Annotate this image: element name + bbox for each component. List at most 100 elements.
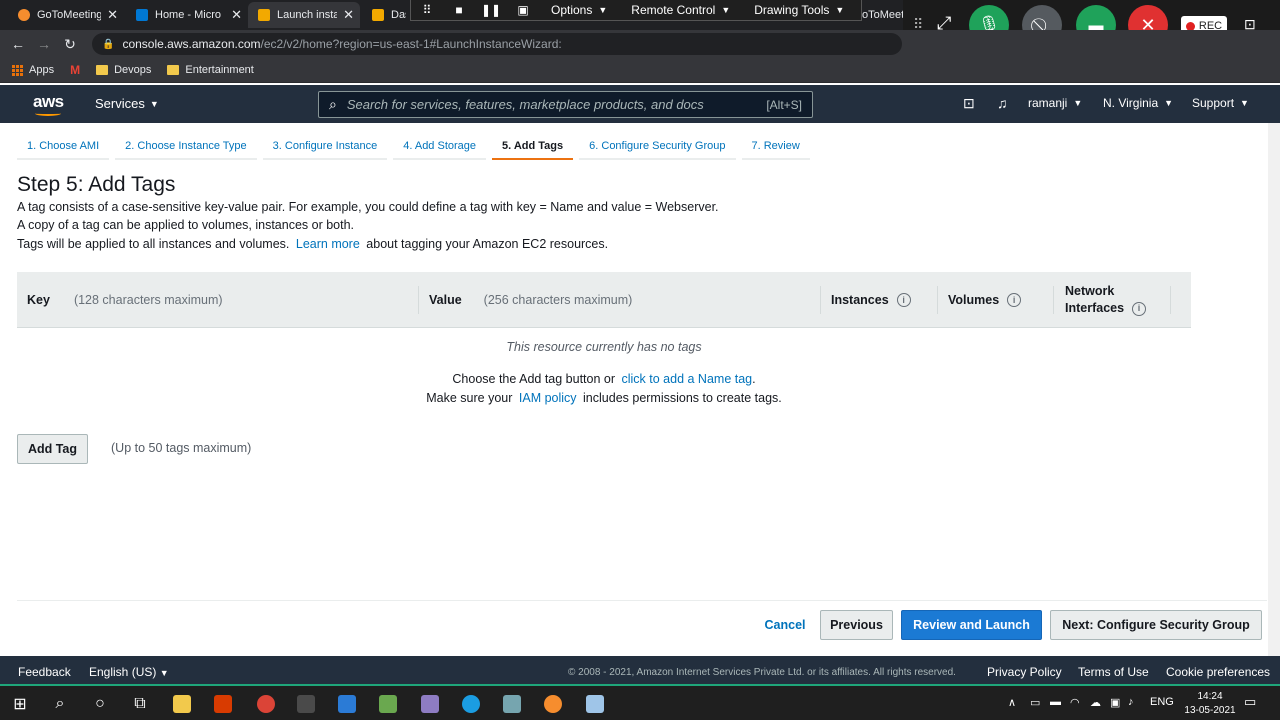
windows-taskbar: ⊞ ⌕ ○ ⧉ ∧ ▭ ▬ ◠ ☁ ▣ ♪ ENG 14:24 13-05-20… [0, 684, 1280, 720]
volume-icon[interactable]: ♪ [1128, 696, 1134, 708]
tab-add-tags[interactable]: 5. Add Tags [492, 134, 574, 160]
bookmark-entertainment[interactable]: Entertainment [167, 64, 254, 76]
back-icon[interactable]: ← [5, 36, 31, 52]
info-icon[interactable]: i [1132, 301, 1147, 316]
tab-review[interactable]: 7. Review [741, 134, 810, 160]
terms-of-use-link[interactable]: Terms of Use [1078, 665, 1149, 679]
column-divider [820, 286, 821, 314]
caret-down-icon: ▼ [1073, 98, 1083, 108]
browser-tab-launch-instance[interactable]: Launch instanc ✕ [248, 2, 360, 28]
tab-choose-instance-type[interactable]: 2. Choose Instance Type [115, 134, 257, 160]
tab-configure-instance[interactable]: 3. Configure Instance [262, 134, 388, 160]
iam-policy-link[interactable]: IAM policy [519, 391, 577, 405]
task-view-icon[interactable]: ⧉ [128, 692, 152, 716]
battery-icon[interactable]: ▬ [1050, 696, 1061, 708]
language-selector[interactable]: English (US) ▼ [89, 665, 169, 679]
support-menu[interactable]: Support ▼ [1192, 96, 1249, 110]
cookie-preferences-link[interactable]: Cookie preferences [1166, 665, 1270, 679]
bookmarks-bar: Apps M Devops Entertainment [0, 58, 1280, 83]
bookmark-apps[interactable]: Apps [12, 64, 54, 76]
drag-handle-icon[interactable]: ⠿ [411, 3, 443, 17]
tab-choose-ami[interactable]: 1. Choose AMI [17, 134, 110, 160]
close-tab-icon[interactable]: ✕ [107, 7, 118, 23]
caret-down-icon: ▼ [1164, 98, 1174, 108]
bookmark-gmail[interactable]: M [70, 63, 80, 77]
aws-top-nav: aws Services ▼ ⌕ Search for services, fea… [0, 85, 1280, 123]
gotomeeting-app-icon[interactable] [541, 692, 565, 716]
azure-icon [136, 9, 148, 21]
language-indicator[interactable]: ENG [1150, 696, 1174, 708]
add-tag-hint: Choose the Add tag button or click to ad… [452, 372, 756, 386]
git-icon[interactable] [418, 692, 442, 716]
security-icon[interactable]: ▣ [1110, 696, 1120, 709]
notifications-bell-icon[interactable]: ♫ [997, 95, 1008, 111]
browser-tab-gotomeeting-2[interactable]: oToMeet [862, 2, 904, 28]
info-icon[interactable]: i [896, 293, 911, 307]
next-configure-security-group-button[interactable]: Next: Configure Security Group [1050, 610, 1262, 640]
tray-device-icon[interactable]: ▭ [1030, 696, 1040, 709]
browser-tab-dashboard[interactable]: Dash [362, 2, 412, 28]
reload-icon[interactable]: ↻ [57, 36, 83, 53]
aws-cube-icon [372, 9, 384, 21]
stop-icon[interactable]: ■ [443, 3, 475, 17]
cancel-button[interactable]: Cancel [758, 610, 812, 640]
remote-control-menu[interactable]: Remote Control ▼ [619, 3, 742, 17]
search-icon[interactable]: ⌕ [48, 692, 72, 716]
browser-tab-gotomeeting[interactable]: GoToMeeting ✕ [8, 2, 124, 28]
wizard-steps: 1. Choose AMI 2. Choose Instance Type 3.… [17, 134, 816, 160]
network-app-icon[interactable] [335, 692, 359, 716]
windows-start-icon[interactable]: ⊞ [8, 692, 32, 716]
office-icon[interactable] [211, 692, 235, 716]
cloudshell-icon[interactable]: ⊡ [963, 95, 975, 112]
column-instances: Instances i [831, 272, 911, 328]
options-menu[interactable]: Options ▼ [539, 3, 619, 17]
aws-footer: Feedback English (US) ▼ © 2008 - 2021, A… [0, 656, 1280, 684]
wifi-icon[interactable]: ◠ [1070, 696, 1080, 709]
drawing-tools-menu[interactable]: Drawing Tools ▼ [742, 3, 856, 17]
tab-add-storage[interactable]: 4. Add Storage [393, 134, 487, 160]
terminal-icon[interactable] [294, 692, 318, 716]
info-icon[interactable]: i [1007, 293, 1022, 307]
services-menu[interactable]: Services ▼ [95, 96, 159, 111]
notepad-app-icon[interactable] [583, 692, 607, 716]
account-menu[interactable]: ramanji ▼ [1028, 96, 1082, 110]
bookmark-devops[interactable]: Devops [96, 64, 151, 76]
add-name-tag-link[interactable]: click to add a Name tag [622, 372, 753, 386]
column-value: Value (256 characters maximum) [429, 293, 633, 307]
privacy-policy-link[interactable]: Privacy Policy [987, 665, 1062, 679]
notepad-icon[interactable] [376, 692, 400, 716]
add-tag-button[interactable]: Add Tag [17, 434, 88, 464]
aws-cube-icon [258, 9, 270, 21]
tool-app-icon[interactable] [500, 692, 524, 716]
browser-tab-home[interactable]: Home - Micro ✕ [126, 2, 248, 28]
feedback-link[interactable]: Feedback [18, 665, 71, 679]
browser-address-row: ← → ↻ 🔒 console.aws.amazon.com/ec2/v2/ho… [0, 30, 1280, 58]
cloud-icon[interactable]: ☁ [1090, 696, 1101, 709]
edge-icon[interactable] [459, 692, 483, 716]
previous-button[interactable]: Previous [820, 610, 893, 640]
page-scrollbar[interactable] [1268, 123, 1280, 656]
system-clock[interactable]: 14:24 13-05-2021 [1180, 690, 1240, 718]
pause-icon[interactable]: ❚❚ [475, 3, 507, 17]
gmail-icon: M [70, 63, 81, 77]
forward-icon[interactable]: → [31, 36, 57, 52]
notifications-icon[interactable]: ▭ [1244, 694, 1256, 710]
tray-chevron-icon[interactable]: ∧ [1008, 696, 1016, 709]
column-divider [1053, 286, 1054, 314]
chrome-icon[interactable] [254, 692, 278, 716]
close-tab-icon[interactable]: ✕ [231, 7, 242, 23]
copyright-text: © 2008 - 2021, Amazon Internet Services … [568, 667, 956, 678]
tab-configure-security-group[interactable]: 6. Configure Security Group [579, 134, 736, 160]
aws-logo[interactable]: aws [33, 92, 64, 116]
close-tab-icon[interactable]: ✕ [343, 7, 354, 23]
search-input[interactable]: ⌕ Search for services, features, marketp… [318, 91, 813, 118]
folder-icon [167, 65, 180, 75]
file-explorer-icon[interactable] [170, 692, 194, 716]
learn-more-link[interactable]: Learn more [296, 237, 360, 251]
screen-share-icon[interactable]: ▣ [507, 3, 539, 17]
region-menu[interactable]: N. Virginia ▼ [1103, 96, 1173, 110]
cortana-icon[interactable]: ○ [88, 692, 112, 716]
url-bar[interactable]: 🔒 console.aws.amazon.com/ec2/v2/home?reg… [92, 33, 902, 55]
review-and-launch-button[interactable]: Review and Launch [901, 610, 1042, 640]
description-line-1: A tag consists of a case-sensitive key-v… [17, 200, 719, 214]
